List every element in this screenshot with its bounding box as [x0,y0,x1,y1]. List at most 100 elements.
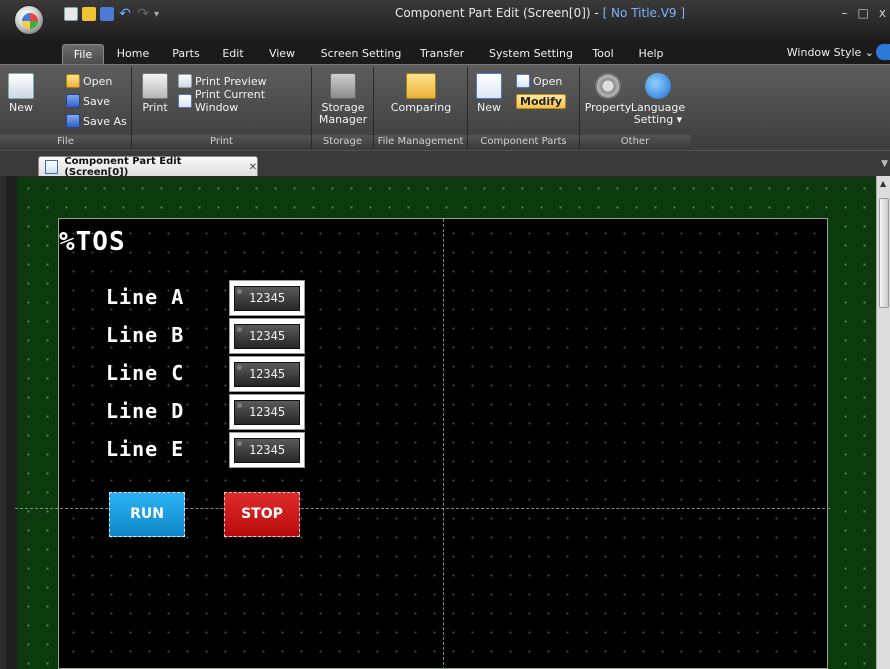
save-button[interactable]: Save [66,93,110,109]
print-preview-button[interactable]: Print Preview [178,73,267,89]
open-button[interactable]: Open [66,73,112,89]
tab-file[interactable]: File [62,44,104,64]
quick-access-toolbar: ↶ ↷ ▾ [64,5,164,23]
print-window-icon [178,94,192,108]
line-d-label[interactable]: Line D [106,399,184,423]
line-e-numeric-display[interactable]: 12345 [229,432,305,468]
run-button[interactable]: RUN [109,492,185,537]
scroll-up-arrow-icon[interactable]: ▲ [880,179,886,188]
group-label-print: Print [132,135,311,149]
tab-screen-setting[interactable]: Screen Setting [314,44,408,64]
tab-edit[interactable]: Edit [216,44,250,64]
screen-canvas[interactable]: %TOS Line A 12345 Line B 12345 Line C 12… [15,218,830,669]
new-file-icon[interactable] [64,7,78,21]
tab-tool[interactable]: Tool [588,44,618,64]
line-a-numeric-display[interactable]: 12345 [229,280,305,316]
save-as-label: Save As [83,114,127,128]
tab-list-arrow-icon[interactable]: ▼ [881,159,888,169]
stop-button[interactable]: STOP [224,492,300,537]
save-icon [66,94,80,108]
comparing-label: Comparing [390,101,452,114]
group-storage: Storage Manager Storage [312,67,374,149]
tab-system-setting[interactable]: System Setting [484,44,578,64]
component-open-label: Open [533,74,563,88]
vertical-scrollbar[interactable]: ▲ [876,176,890,669]
new-label: New [9,101,33,114]
component-open-icon [516,74,530,88]
component-new-button[interactable]: New [474,73,504,114]
minimize-button[interactable]: – [842,6,848,20]
canvas-title[interactable]: %TOS [59,227,126,257]
comparing-button[interactable]: Comparing [386,73,456,114]
line-d-numeric-display[interactable]: 12345 [229,394,305,430]
print-preview-icon [178,74,192,88]
group-other: Property Language Setting ▾ Other [580,67,690,149]
help-info-icon[interactable] [876,44,890,60]
new-button[interactable]: New [6,73,36,114]
group-label-file-management: File Management [374,135,467,149]
window-style-dropdown[interactable]: Window Style ⌄ [787,46,874,59]
tab-home[interactable]: Home [112,44,154,64]
tab-view[interactable]: View [262,44,302,64]
group-label-component-parts: Component Parts [468,135,579,149]
group-file: New Open Save Save As File [0,67,132,149]
line-e-label[interactable]: Line E [106,437,184,461]
line-d-value: 12345 [234,400,300,425]
comparing-folder-icon [406,73,436,99]
storage-manager-button[interactable]: Storage Manager [318,73,368,126]
line-a-value: 12345 [234,286,300,311]
property-button[interactable]: Property [584,73,632,114]
redo-icon[interactable]: ↷ [136,7,150,21]
line-b-label[interactable]: Line B [106,323,184,347]
ribbon: New Open Save Save As File Print Print P… [0,64,890,150]
save-as-button[interactable]: Save As [66,113,127,129]
line-e-value: 12345 [234,438,300,463]
application-menu-button[interactable] [14,5,44,35]
line-c-numeric-display[interactable]: 12345 [229,356,305,392]
line-b-value: 12345 [234,324,300,349]
group-print: Print Print Preview Print Current Window… [132,67,312,149]
open-folder-icon[interactable] [82,7,96,21]
window-title: Component Part Edit (Screen[0]) - [ No T… [260,6,820,20]
document-tab-component-part-edit[interactable]: Component Part Edit (Screen[0]) ✕ [38,156,258,178]
line-c-value: 12345 [234,362,300,387]
line-c-label[interactable]: Line C [106,361,184,385]
close-tab-icon[interactable]: ✕ [249,162,257,173]
line-b-numeric-display[interactable]: 12345 [229,318,305,354]
scrollbar-thumb[interactable] [879,198,889,308]
print-current-window-label: Print Current Window [194,88,266,114]
property-label: Property [584,101,632,114]
language-setting-button[interactable]: Language Setting ▾ [630,73,686,126]
tab-transfer[interactable]: Transfer [414,44,470,64]
globe-icon [645,73,671,99]
tab-parts[interactable]: Parts [166,44,206,64]
customize-toolbar-icon[interactable]: ▾ [154,9,164,20]
window-title-document: [ No Title.V9 ] [602,6,686,20]
line-a-label[interactable]: Line A [106,285,184,309]
maximize-button[interactable]: □ [858,6,869,20]
component-modify-label: Modify [516,93,567,109]
print-preview-label: Print Preview [195,74,267,88]
group-file-management: Comparing File Management [374,67,468,149]
left-rail [6,176,17,669]
window-title-text: Component Part Edit (Screen[0]) - [394,6,603,20]
undo-icon[interactable]: ↶ [118,7,132,21]
storage-manager-label-2: Manager [318,113,368,126]
group-label-other: Other [580,135,690,149]
print-label: Print [142,101,168,114]
save-as-icon [66,114,80,128]
document-tab-label: Component Part Edit (Screen[0]) [64,156,182,178]
gear-icon [595,73,621,99]
save-icon[interactable] [100,7,114,21]
component-modify-button[interactable]: Modify [516,93,567,109]
ribbon-tab-bar: File Home Parts Edit View Screen Setting… [0,44,890,64]
component-open-button[interactable]: Open [516,73,562,89]
document-tab-strip: Component Part Edit (Screen[0]) ✕ ▼ [0,150,890,178]
close-button[interactable]: x [879,6,886,20]
new-document-icon [8,73,34,99]
print-current-window-button[interactable]: Print Current Window [178,88,311,114]
component-new-label: New [477,101,501,114]
workspace: %TOS Line A 12345 Line B 12345 Line C 12… [0,176,890,669]
tab-help[interactable]: Help [632,44,670,64]
print-button[interactable]: Print [138,73,172,114]
